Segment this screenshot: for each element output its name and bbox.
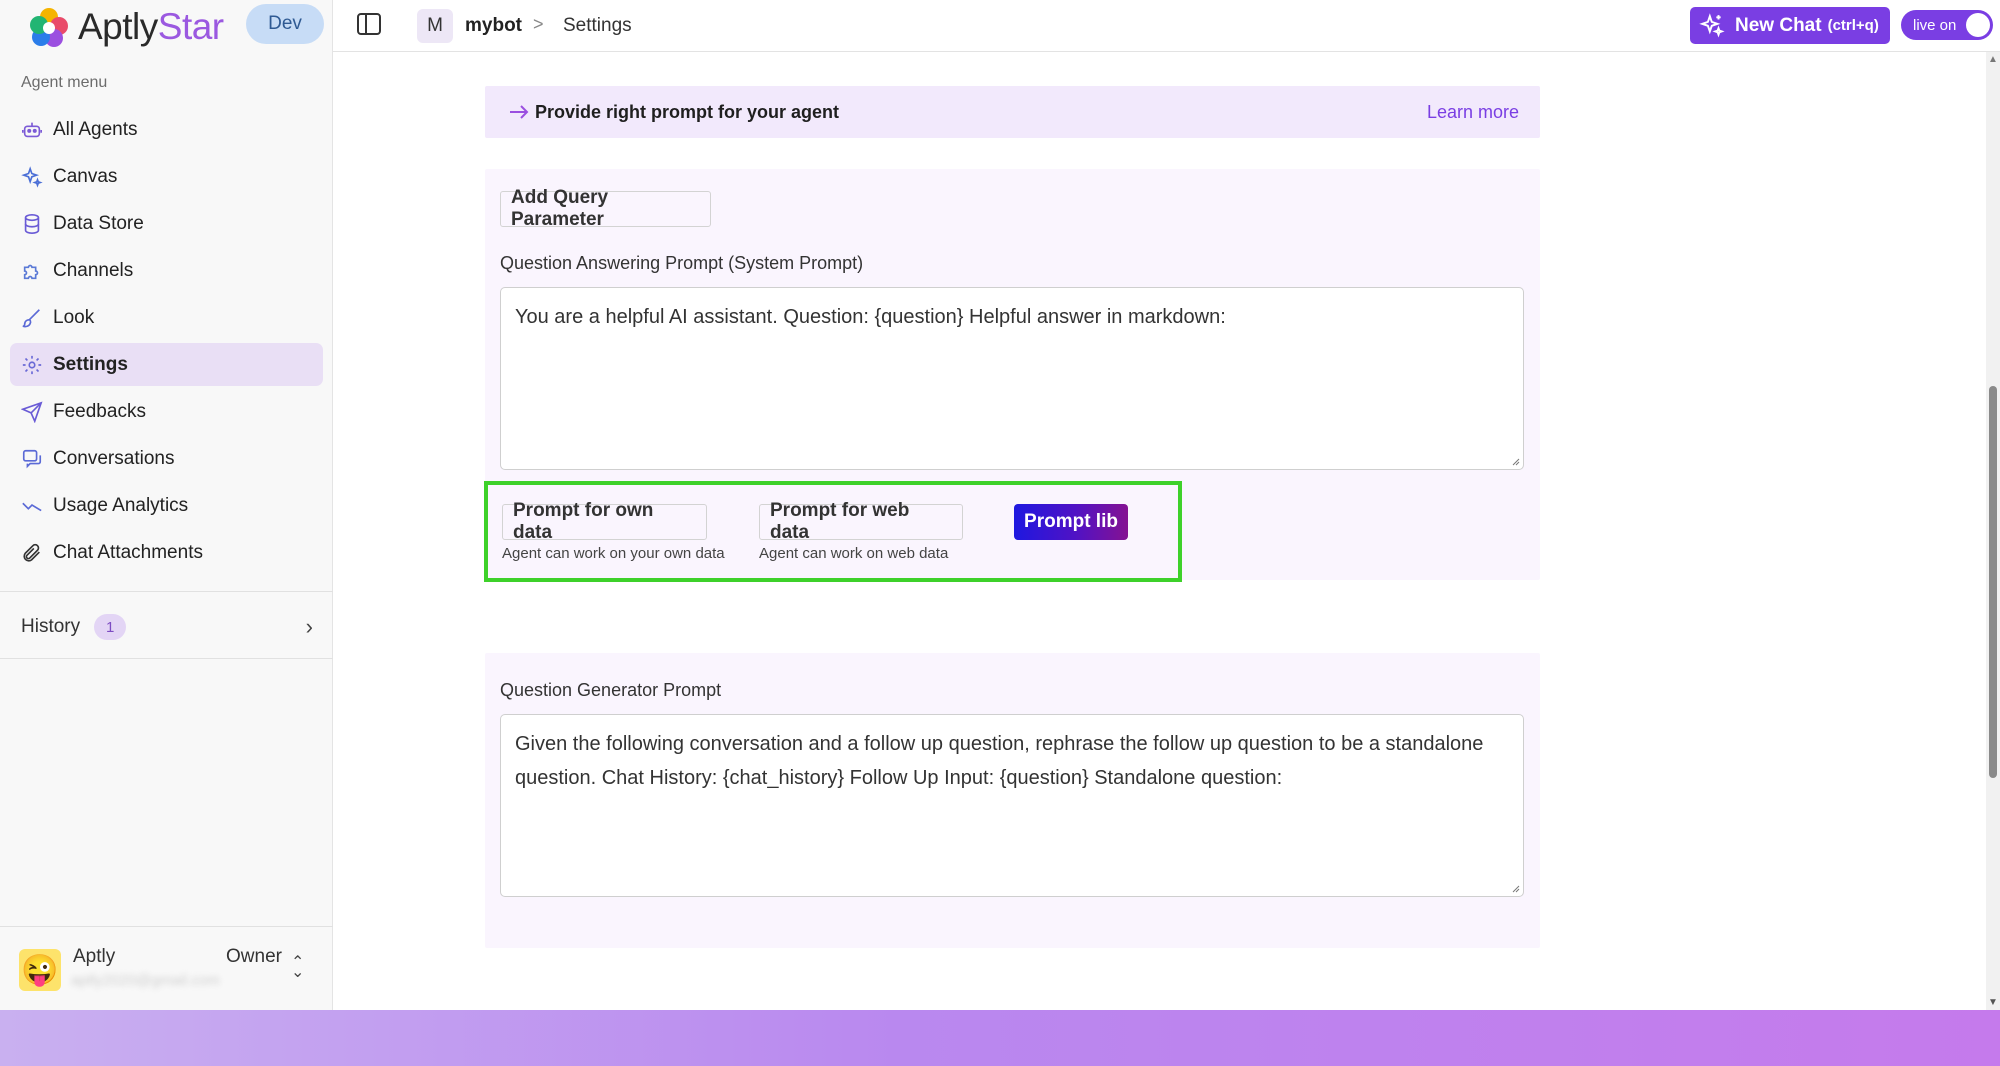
breadcrumb-separator: > xyxy=(533,14,544,34)
sidebar-divider xyxy=(0,926,333,927)
breadcrumb-current-page: Settings xyxy=(563,15,632,36)
sidebar-toggle-icon[interactable] xyxy=(355,10,383,38)
sparkles-icon xyxy=(1699,12,1725,38)
qg-prompt-card: Question Generator Prompt Given the foll… xyxy=(485,653,1540,948)
resize-grip-icon[interactable] xyxy=(1510,456,1520,466)
sidebar-item-channels[interactable]: Channels xyxy=(10,249,323,292)
prompt-web-data-button[interactable]: Prompt for web data xyxy=(759,500,963,543)
footer-gradient-band xyxy=(0,1010,2000,1066)
sidebar-divider xyxy=(0,591,333,592)
sidebar-item-usage-analytics[interactable]: Usage Analytics xyxy=(10,484,323,527)
sidebar-item-chat-attachments[interactable]: Chat Attachments xyxy=(10,531,323,574)
avatar: 😜 xyxy=(19,949,61,991)
user-menu[interactable]: 😜 Aptly aptly2020@gmail.com Owner ⌃ ⌄ xyxy=(19,944,319,996)
prompt-info-banner: Provide right prompt for your agent Lear… xyxy=(485,86,1540,138)
sidebar-item-data-store[interactable]: Data Store xyxy=(10,202,323,245)
new-chat-shortcut: (ctrl+q) xyxy=(1827,17,1879,34)
sidebar-item-label: Data Store xyxy=(53,212,144,234)
sidebar-item-label: Usage Analytics xyxy=(53,494,189,516)
qg-prompt-value: Given the following conversation and a f… xyxy=(515,733,1484,789)
sidebar-item-feedbacks[interactable]: Feedbacks xyxy=(10,390,323,433)
sidebar-item-label: Channels xyxy=(53,259,134,281)
live-toggle-label: live on xyxy=(1913,16,1957,34)
sidebar-item-label: All Agents xyxy=(53,118,138,140)
live-toggle[interactable]: live on xyxy=(1901,10,1993,40)
sidebar-item-label: Canvas xyxy=(53,165,118,187)
qa-prompt-textarea[interactable]: You are a helpful AI assistant. Question… xyxy=(500,287,1524,470)
trend-icon xyxy=(21,495,43,517)
qg-prompt-textarea[interactable]: Given the following conversation and a f… xyxy=(500,714,1524,897)
prompt-options-group: Prompt for own data Agent can work on yo… xyxy=(484,481,1182,582)
agent-menu-label: Agent menu xyxy=(21,74,108,91)
aptlystar-logo-icon xyxy=(30,8,68,47)
prompt-own-data-caption: Agent can work on your own data xyxy=(502,545,725,562)
sidebar-item-label: Settings xyxy=(53,353,128,375)
environment-badge[interactable]: Dev xyxy=(246,4,324,44)
arrow-right-icon xyxy=(510,105,529,119)
brand-name: AptlyStar xyxy=(78,6,224,47)
chevron-up-down-icon[interactable]: ⌃ ⌄ xyxy=(291,955,304,981)
qa-prompt-label: Question Answering Prompt (System Prompt… xyxy=(500,253,864,273)
chevron-right-icon: › xyxy=(305,614,313,639)
database-icon xyxy=(21,213,43,235)
qg-prompt-label: Question Generator Prompt xyxy=(500,680,722,700)
paperclip-icon xyxy=(21,542,43,564)
user-email: aptly2020@gmail.com xyxy=(71,972,220,989)
sidebar-item-canvas[interactable]: Canvas xyxy=(10,155,323,198)
sidebar-item-label: Conversations xyxy=(53,447,175,469)
prompt-web-data-caption: Agent can work on web data xyxy=(759,545,949,562)
sidebar-item-settings[interactable]: Settings xyxy=(10,343,323,386)
brush-icon xyxy=(21,307,43,329)
sparkles-icon xyxy=(21,165,43,188)
qa-prompt-value: You are a helpful AI assistant. Question… xyxy=(515,306,1226,328)
scrollbar-thumb[interactable] xyxy=(1989,386,1997,778)
user-name: Aptly xyxy=(73,946,116,967)
new-chat-button[interactable]: New Chat (ctrl+q) xyxy=(1690,7,1890,44)
gear-icon xyxy=(21,354,43,376)
send-icon xyxy=(21,400,43,423)
sidebar-item-all-agents[interactable]: All Agents xyxy=(10,108,323,151)
new-chat-label: New Chat xyxy=(1735,14,1822,36)
prompt-own-data-button[interactable]: Prompt for own data xyxy=(502,500,707,543)
sidebar-divider xyxy=(0,658,333,659)
brand[interactable]: AptlyStar xyxy=(28,4,224,50)
user-role: Owner xyxy=(226,946,282,967)
sidebar: AptlyStar Dev Agent menu All Agents Canv… xyxy=(0,0,333,1010)
agent-menu: All Agents Canvas Data Store Channels Lo… xyxy=(10,108,323,578)
agent-initial-badge: M xyxy=(417,9,453,43)
toggle-knob xyxy=(1966,13,1990,37)
sidebar-item-label: Chat Attachments xyxy=(53,541,203,563)
breadcrumb-agent[interactable]: mybot xyxy=(465,15,522,37)
add-query-parameter-button[interactable]: Add Query Parameter xyxy=(500,187,711,230)
prompt-lib-button[interactable]: Prompt lib xyxy=(1014,504,1128,540)
page-scrollbar[interactable]: ▲ ▼ xyxy=(1986,52,2000,1010)
sidebar-item-conversations[interactable]: Conversations xyxy=(10,437,323,480)
scroll-down-arrow-icon[interactable]: ▼ xyxy=(1988,997,1998,1008)
resize-grip-icon[interactable] xyxy=(1510,883,1520,893)
puzzle-icon xyxy=(21,260,43,282)
history-label: History xyxy=(21,616,81,637)
scroll-up-arrow-icon[interactable]: ▲ xyxy=(1988,54,1998,65)
top-bar: M mybot > Settings New Chat (ctrl+q) liv… xyxy=(333,0,2000,52)
sidebar-item-look[interactable]: Look xyxy=(10,296,323,339)
sidebar-item-label: Feedbacks xyxy=(53,400,146,422)
robot-icon xyxy=(21,119,43,141)
sidebar-item-label: Look xyxy=(53,306,95,328)
banner-text: Provide right prompt for your agent xyxy=(535,101,840,122)
history-count-badge: 1 xyxy=(94,614,127,640)
learn-more-link[interactable]: Learn more xyxy=(1427,102,1519,123)
history-toggle[interactable]: History 1 › xyxy=(21,610,313,644)
chat-icon xyxy=(21,448,43,470)
